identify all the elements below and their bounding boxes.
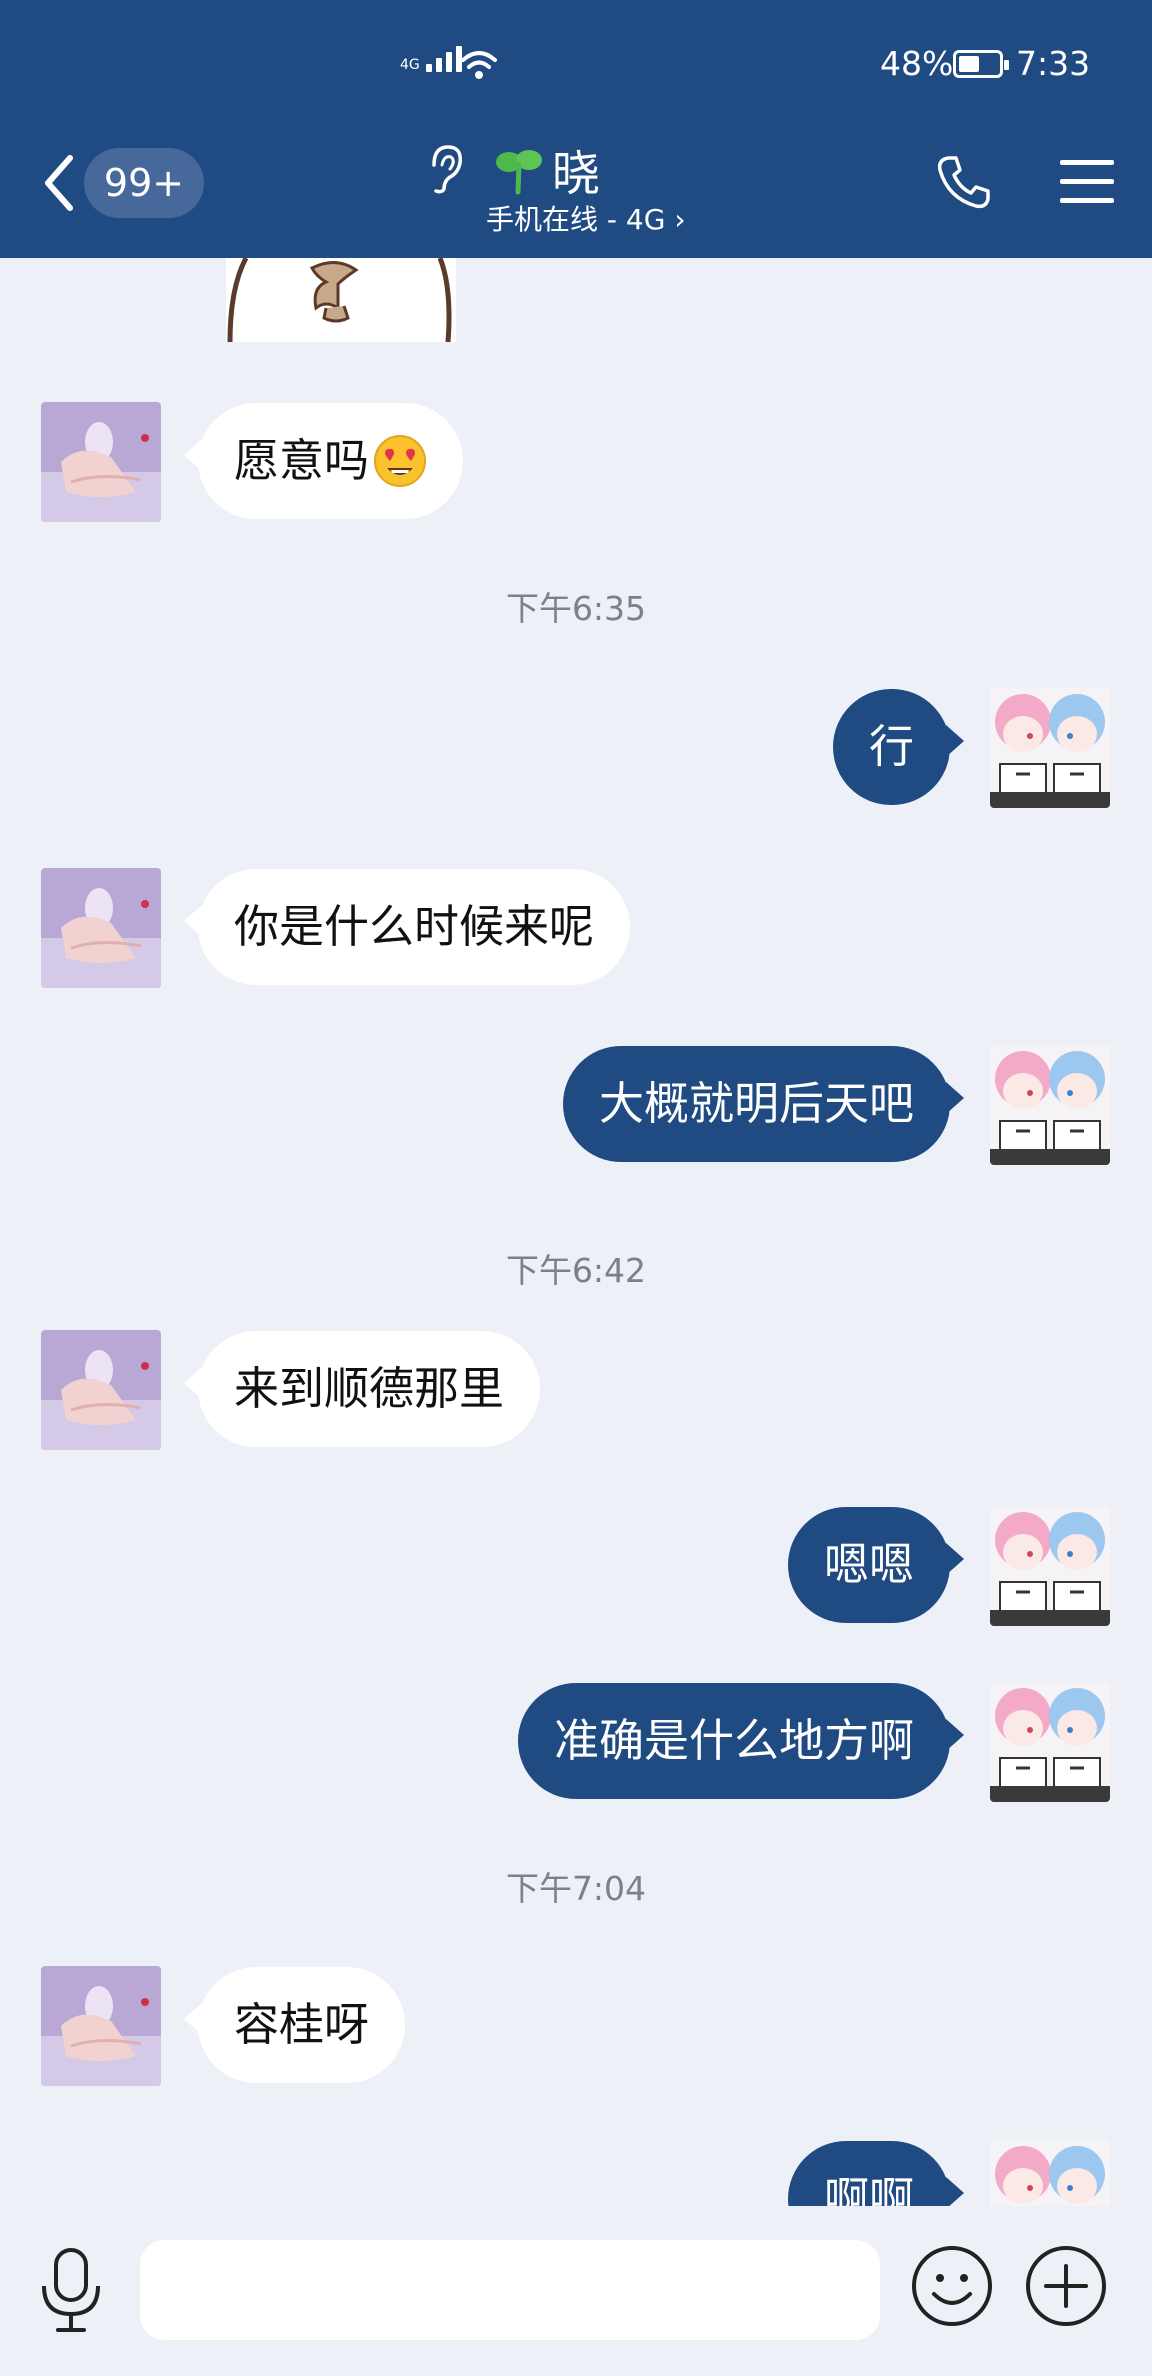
outgoing-message: 啊啊: [0, 2140, 1152, 2206]
contact-avatar[interactable]: [41, 402, 161, 522]
sticker-image[interactable]: [226, 258, 456, 342]
incoming-bubble[interactable]: 容桂呀: [183, 1967, 406, 2083]
message-text: 行: [868, 720, 914, 773]
incoming-message: 来到顺德那里: [0, 1330, 1152, 1450]
back-button[interactable]: [36, 150, 80, 216]
outgoing-message: 大概就明后天吧: [0, 1045, 1152, 1165]
my-avatar[interactable]: [990, 2140, 1110, 2206]
sprout-icon: [496, 150, 542, 195]
contact-online-status[interactable]: 手机在线 - 4G ›: [486, 198, 686, 238]
microphone-button[interactable]: [36, 2246, 106, 2336]
contact-name: 晓: [552, 146, 601, 202]
timestamp-divider: 下午6:35: [505, 589, 647, 628]
phone-call-icon[interactable]: [934, 152, 994, 212]
contact-avatar[interactable]: [41, 1966, 161, 2086]
incoming-bubble[interactable]: 你是什么时候来呢: [183, 869, 631, 985]
status-bar: 4G 48% 7:33: [0, 0, 1152, 130]
incoming-bubble[interactable]: 来到顺德那里: [183, 1331, 541, 1447]
emoji-button[interactable]: [910, 2244, 994, 2328]
input-bar: [0, 2206, 1152, 2376]
unread-count-badge[interactable]: 99+: [84, 148, 204, 218]
signal-icon: 4G: [400, 46, 462, 72]
my-avatar[interactable]: [990, 688, 1110, 808]
chat-message-list[interactable]: 愿意吗下午6:35 行你是什么时候来呢大概就明后天吧下午6:42 来到顺德那里嗯嗯准…: [0, 258, 1152, 2206]
timestamp-divider: 下午6:42: [505, 1251, 647, 1290]
outgoing-bubble[interactable]: 行: [832, 689, 965, 805]
timestamp-divider: 下午7:04: [505, 1869, 647, 1908]
outgoing-bubble[interactable]: 嗯嗯: [787, 1507, 965, 1623]
incoming-message: 容桂呀: [0, 1966, 1152, 2086]
message-text: 大概就明后天吧: [598, 1077, 914, 1130]
network-type-label: 4G: [400, 57, 420, 73]
battery-percent: 48%: [880, 44, 954, 83]
outgoing-message: 行: [0, 688, 1152, 808]
heart-eyes-emoji-icon: [374, 435, 427, 487]
plus-button[interactable]: [1024, 2244, 1108, 2328]
message-text: 愿意吗: [234, 434, 370, 487]
contact-avatar[interactable]: [41, 868, 161, 988]
message-text: 容桂呀: [234, 1998, 370, 2051]
battery-icon: [953, 50, 1009, 78]
message-text: 嗯嗯: [823, 1538, 914, 1591]
incoming-message: 愿意吗: [0, 402, 1152, 522]
incoming-message: 你是什么时候来呢: [0, 868, 1152, 988]
wifi-icon: [461, 51, 497, 79]
message-text: 准确是什么地方啊: [553, 1714, 914, 1767]
earpiece-mode-icon[interactable]: [424, 143, 466, 195]
outgoing-bubble[interactable]: 大概就明后天吧: [562, 1046, 965, 1162]
message-text: 来到顺德那里: [234, 1362, 505, 1415]
outgoing-bubble[interactable]: 啊啊: [787, 2141, 965, 2206]
my-avatar[interactable]: [990, 1682, 1110, 1802]
menu-icon[interactable]: [1060, 158, 1114, 206]
message-text: 啊啊: [823, 2172, 914, 2206]
incoming-bubble[interactable]: 愿意吗: [183, 403, 464, 519]
my-avatar[interactable]: [990, 1506, 1110, 1626]
outgoing-message: 准确是什么地方啊: [0, 1682, 1152, 1802]
my-avatar[interactable]: [990, 1045, 1110, 1165]
clock: 7:33: [1016, 44, 1091, 83]
message-text: 你是什么时候来呢: [234, 900, 595, 953]
chat-header: 4G 48% 7:33 99+ 晓 手机在线 - 4G ›: [0, 0, 1152, 258]
outgoing-message: 嗯嗯: [0, 1506, 1152, 1626]
contact-avatar[interactable]: [41, 1330, 161, 1450]
outgoing-bubble[interactable]: 准确是什么地方啊: [517, 1683, 965, 1799]
message-input[interactable]: [140, 2240, 880, 2340]
